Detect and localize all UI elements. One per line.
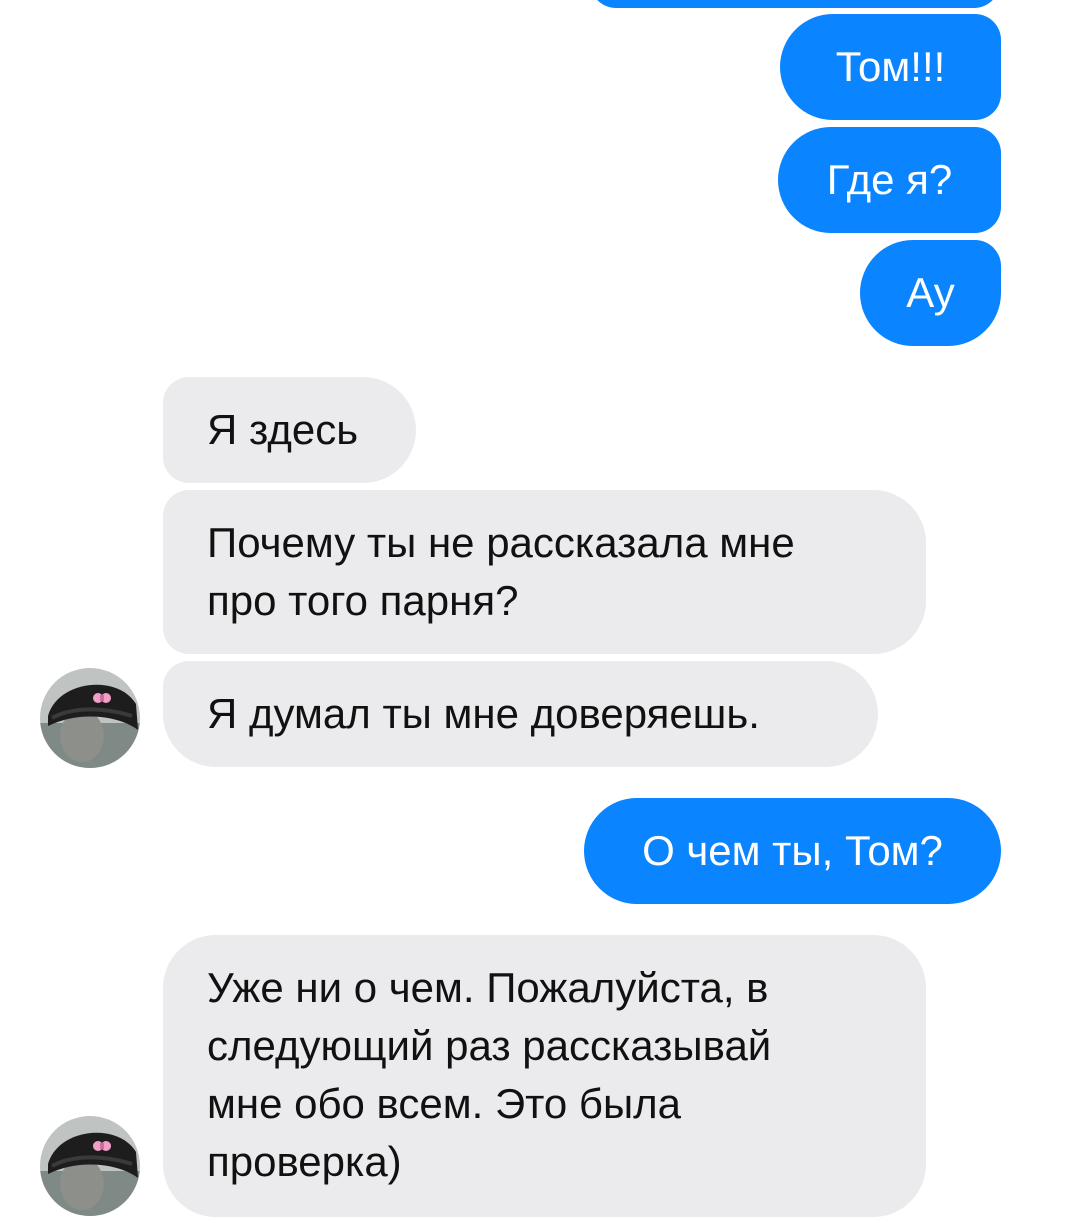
incoming-message[interactable]: Уже ни о чем. Пожалуйста, в следующий ра… <box>163 935 926 1217</box>
message-text: Я здесь <box>207 406 359 453</box>
message-line: следующий раз рассказывай <box>207 1022 772 1069</box>
incoming-message[interactable]: Я здесь <box>163 377 416 483</box>
message-thread: Том!!! Где я? Ау Я здесь Почему ты не ра… <box>0 0 1080 1222</box>
message-line: Уже ни о чем. Пожалуйста, в <box>207 964 769 1011</box>
outgoing-message[interactable]: О чем ты, Том? <box>584 798 1001 904</box>
message-line: мне обо всем. Это была <box>207 1080 682 1127</box>
contact-avatar[interactable] <box>40 668 140 768</box>
contact-avatar[interactable] <box>40 1116 140 1216</box>
message-text: Я думал ты мне доверяешь. <box>207 690 760 737</box>
outgoing-message-partial[interactable] <box>590 0 1000 8</box>
avatar-image <box>40 668 140 768</box>
incoming-message[interactable]: Я думал ты мне доверяешь. <box>163 661 878 767</box>
message-line: проверка) <box>207 1138 402 1185</box>
outgoing-message[interactable]: Где я? <box>778 127 1001 233</box>
outgoing-message[interactable]: Ау <box>860 240 1001 346</box>
message-text: Ау <box>906 269 955 316</box>
outgoing-message[interactable]: Том!!! <box>780 14 1001 120</box>
message-line: про того парня? <box>207 577 519 624</box>
message-text: Том!!! <box>835 43 946 90</box>
message-text: Где я? <box>826 156 953 203</box>
avatar-image <box>40 1116 140 1216</box>
incoming-message[interactable]: Почему ты не рассказала мне про того пар… <box>163 490 926 654</box>
message-line: Почему ты не рассказала мне <box>207 519 795 566</box>
message-text: О чем ты, Том? <box>642 827 943 874</box>
